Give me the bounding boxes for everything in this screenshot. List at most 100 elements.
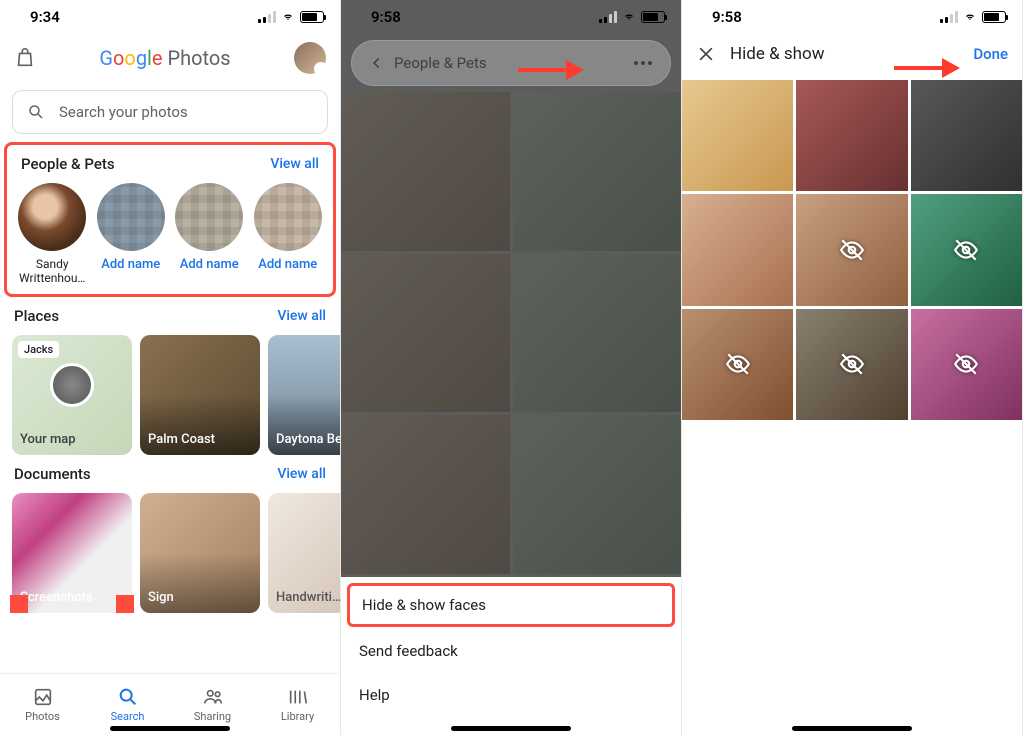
status-time: 9:58 (371, 8, 401, 26)
document-card[interactable]: Sign (140, 493, 260, 613)
documents-row: Screenshots Sign Handwriti… (0, 489, 340, 613)
done-button[interactable]: Done (973, 45, 1008, 63)
card-label: Handwriti… (276, 590, 340, 605)
search-placeholder: Search your photos (59, 103, 188, 121)
panel-search-home: 9:34 Google Photos Search your photos Pe… (0, 0, 341, 735)
status-bar: 9:34 (0, 0, 340, 34)
document-card[interactable]: Handwriti… (268, 493, 340, 613)
search-input[interactable]: Search your photos (12, 90, 328, 134)
status-time: 9:34 (30, 8, 60, 26)
home-indicator[interactable] (110, 726, 230, 731)
map-tag: Jacks (18, 341, 59, 358)
map-pin-icon (50, 363, 94, 407)
panel-hide-show: 9:58 Hide & show Done (682, 0, 1023, 735)
tab-library[interactable]: Library (255, 674, 340, 735)
annotation-arrow (516, 58, 586, 86)
face-cell[interactable] (796, 80, 907, 191)
tab-photos[interactable]: Photos (0, 674, 85, 735)
menu-send-feedback[interactable]: Send feedback (341, 629, 681, 673)
card-label: Sign (148, 590, 174, 605)
people-icon (202, 686, 224, 708)
card-label: Your map (20, 432, 76, 447)
face-cell[interactable] (682, 194, 793, 305)
battery-icon (982, 11, 1006, 23)
add-name-link[interactable]: Add name (174, 257, 245, 272)
add-name-link[interactable]: Add name (253, 257, 324, 272)
account-avatar[interactable] (294, 42, 326, 74)
place-card[interactable]: Daytona Be… (268, 335, 340, 455)
section-head-people: People & Pets View all (7, 145, 333, 179)
section-head-places: Places View all (0, 297, 340, 331)
more-menu-icon[interactable] (634, 61, 652, 65)
your-map-card[interactable]: Jacks Your map (12, 335, 132, 455)
add-name-link[interactable]: Add name (96, 257, 167, 272)
status-bar: 9:58 (341, 0, 681, 34)
battery-icon (641, 11, 665, 23)
photo-icon (32, 686, 54, 708)
app-header: Google Photos (0, 34, 340, 82)
shopping-bag-icon[interactable] (14, 47, 36, 69)
face-avatar (175, 183, 243, 251)
face-avatar (18, 183, 86, 251)
view-all-people[interactable]: View all (270, 156, 319, 172)
wifi-icon (962, 11, 978, 23)
page-title: People & Pets (394, 54, 624, 72)
face-cell[interactable] (796, 194, 907, 305)
home-indicator[interactable] (451, 726, 571, 731)
close-icon[interactable] (696, 44, 716, 64)
section-title: People & Pets (21, 155, 115, 173)
annotation-arrow (892, 56, 962, 84)
wifi-icon (280, 11, 296, 23)
document-card[interactable]: Screenshots (12, 493, 132, 613)
bottom-sheet: Hide & show faces Send feedback Help (341, 577, 681, 735)
hide-show-grid (682, 80, 1022, 420)
face-cell[interactable] (911, 194, 1022, 305)
signal-icon (258, 11, 276, 23)
annotation-corner (10, 595, 28, 613)
panel-people-pets-menu: 9:58 People & Pets Hide & show faces Sen… (341, 0, 682, 735)
face-cell[interactable] (682, 80, 793, 191)
hide-show-header: Hide & show Done (682, 34, 1022, 74)
search-icon (117, 686, 139, 708)
face-cell[interactable] (796, 309, 907, 420)
face-avatar (254, 183, 322, 251)
place-card[interactable]: Palm Coast (140, 335, 260, 455)
face-label: Sandy Writtenhou… (17, 257, 88, 286)
card-label: Daytona Be… (276, 432, 340, 447)
library-icon (287, 686, 309, 708)
back-chevron-icon[interactable] (370, 55, 384, 71)
hidden-eye-icon (839, 351, 865, 377)
status-bar: 9:58 (682, 0, 1022, 34)
bottom-tab-bar: Photos Search Sharing Library (0, 673, 340, 735)
hidden-eye-icon (839, 237, 865, 263)
face-item[interactable]: Add name (174, 183, 245, 286)
view-all-documents[interactable]: View all (277, 466, 326, 482)
face-cell[interactable] (911, 309, 1022, 420)
menu-hide-show-faces[interactable]: Hide & show faces (347, 583, 675, 627)
section-head-documents: Documents View all (0, 455, 340, 489)
google-photos-logo: Google Photos (99, 46, 230, 70)
status-icons (940, 11, 1006, 23)
faces-row: Sandy Writtenhou… Add name Add name Add … (7, 179, 333, 286)
face-cell[interactable] (682, 309, 793, 420)
face-item[interactable]: Sandy Writtenhou… (17, 183, 88, 286)
search-icon (27, 103, 45, 121)
signal-icon (940, 11, 958, 23)
section-title: Documents (14, 465, 91, 483)
face-item[interactable]: Add name (253, 183, 324, 286)
face-item[interactable]: Add name (96, 183, 167, 286)
home-indicator[interactable] (792, 726, 912, 731)
status-icons (258, 11, 324, 23)
battery-icon (300, 11, 324, 23)
status-icons (599, 11, 665, 23)
card-label: Palm Coast (148, 432, 215, 447)
places-row: Jacks Your map Palm Coast Daytona Be… (0, 331, 340, 455)
face-cell[interactable] (911, 80, 1022, 191)
wifi-icon (621, 11, 637, 23)
hidden-eye-icon (953, 237, 979, 263)
menu-help[interactable]: Help (341, 673, 681, 717)
hidden-eye-icon (725, 351, 751, 377)
signal-icon (599, 11, 617, 23)
view-all-places[interactable]: View all (277, 308, 326, 324)
hidden-eye-icon (953, 351, 979, 377)
